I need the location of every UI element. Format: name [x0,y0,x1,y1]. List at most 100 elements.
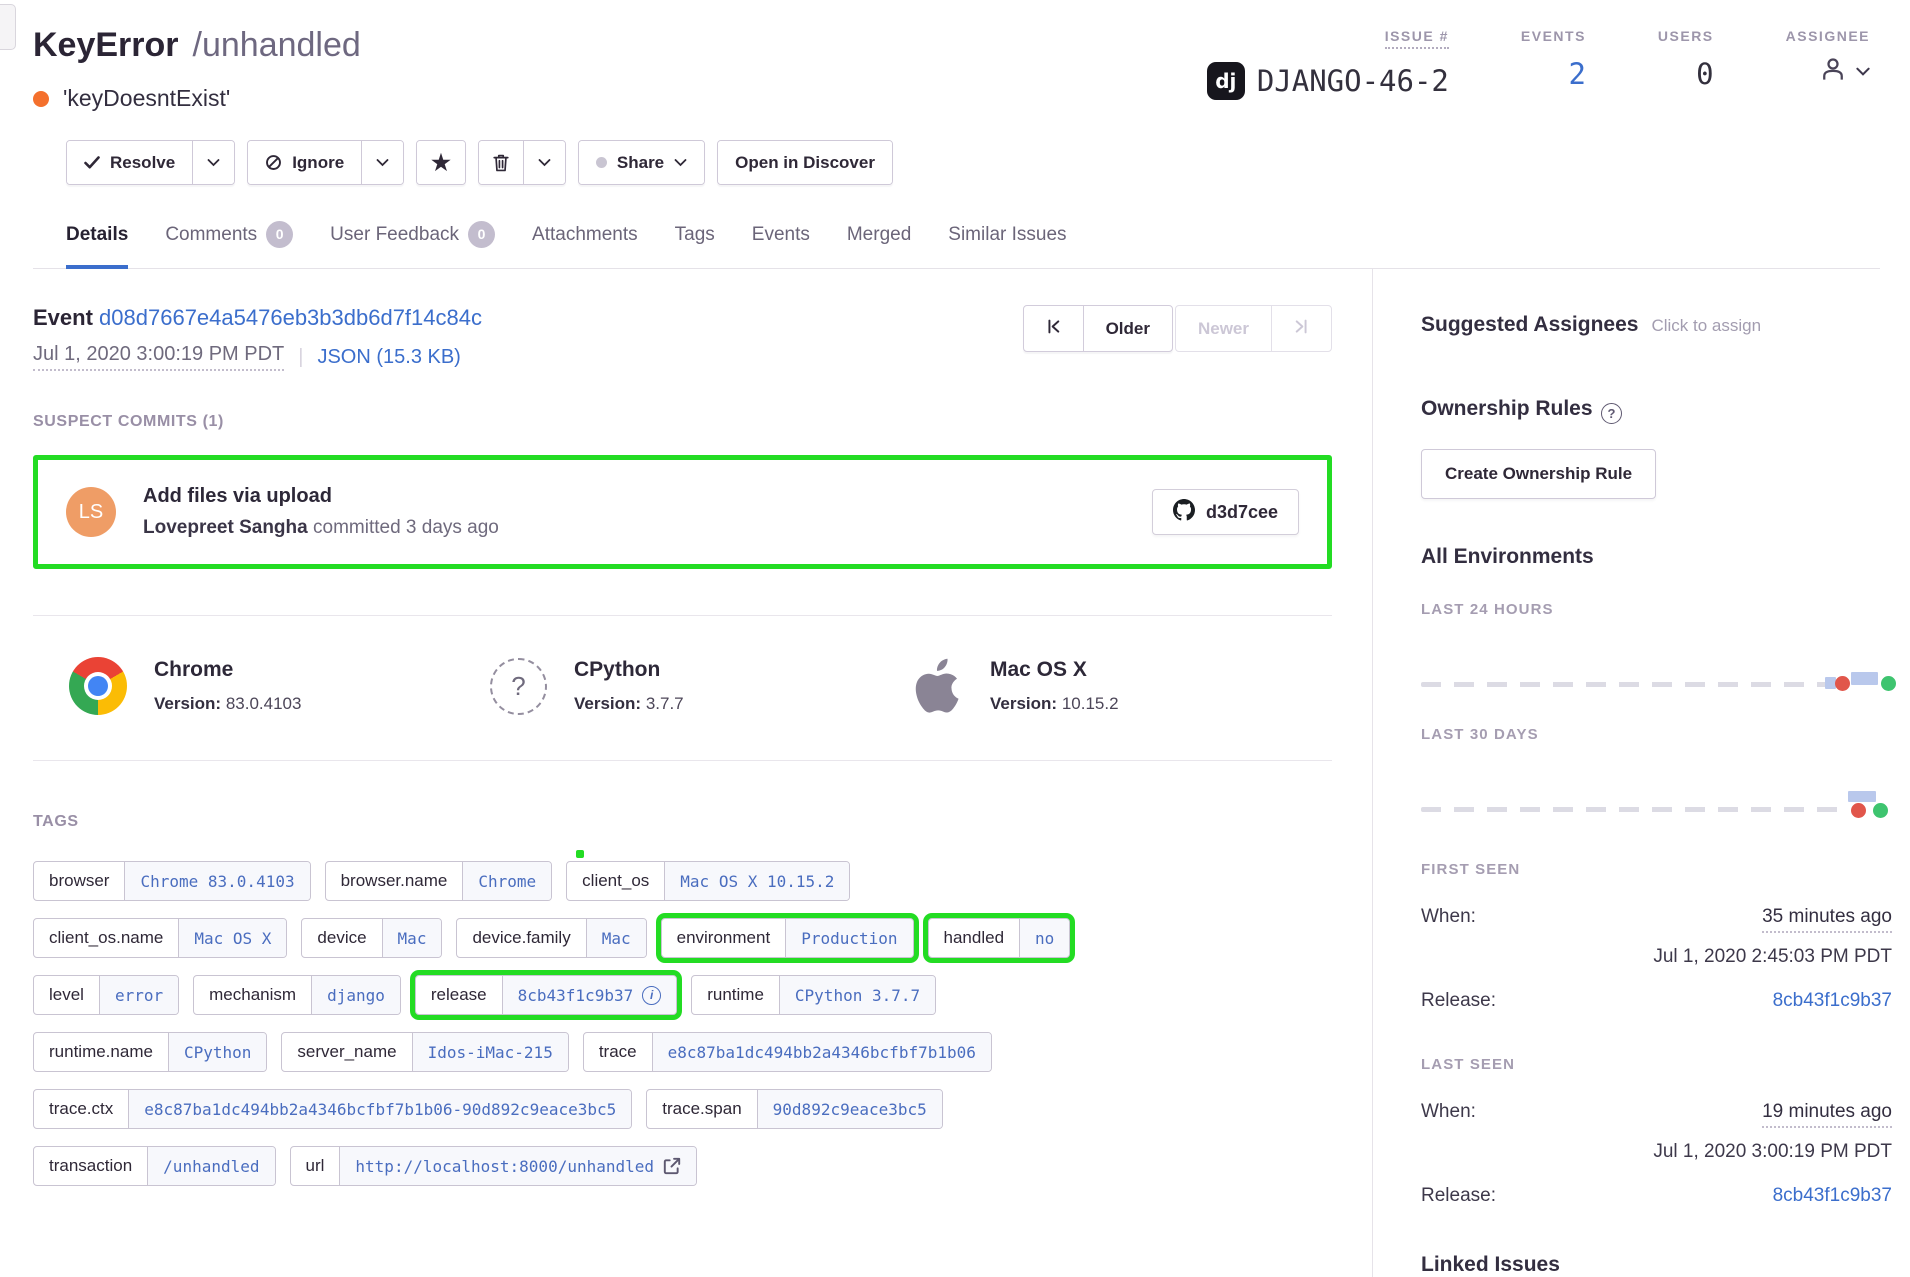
tab-details[interactable]: Details [66,221,128,269]
all-environments-heading: All Environments [1421,545,1892,569]
event-contexts: Chrome Version: 83.0.4103 ? CPython Vers… [33,615,1332,761]
ignore-button[interactable]: Ignore [248,141,361,184]
external-link-icon[interactable] [663,1157,681,1175]
events-count[interactable]: 2 [1568,57,1585,91]
tag-server-name: server_nameIdos-iMac-215 [281,1032,568,1072]
issue-type: KeyError [33,26,179,65]
github-icon [1173,499,1195,526]
commit-sha-button[interactable]: d3d7cee [1152,489,1299,535]
newer-event-button[interactable]: Newer [1176,306,1271,351]
chevron-down-icon [376,159,389,167]
tab-similar-issues[interactable]: Similar Issues [948,221,1066,269]
tag-client-os-name: client_os.nameMac OS X [33,918,287,958]
tab-merged[interactable]: Merged [847,221,911,269]
tab-comments[interactable]: Comments0 [165,221,293,269]
ignore-dropdown-button[interactable] [361,141,403,184]
tag-device: deviceMac [301,918,442,958]
share-button[interactable]: Share [579,141,704,184]
delete-dropdown-button[interactable] [523,141,565,184]
trash-icon [493,154,509,172]
tag-browser: browserChrome 83.0.4103 [33,861,311,901]
delete-button[interactable] [479,141,523,184]
commit-sha: d3d7cee [1206,502,1278,523]
tab-tags[interactable]: Tags [675,221,715,269]
info-icon[interactable]: i [642,986,661,1005]
tab-user-feedback[interactable]: User Feedback0 [330,221,495,269]
assignee-selector[interactable] [1818,54,1870,89]
users-label: USERS [1658,28,1714,44]
context-runtime: ? CPython Version: 3.7.7 [490,656,911,716]
last-seen-block: When: 19 minutes ago Jul 1, 2020 3:00:19… [1421,1101,1892,1207]
sparkline-30d [1421,799,1892,817]
mute-icon [265,154,282,171]
tag-transaction: transaction/unhandled [33,1146,276,1186]
sparkline-24h [1421,674,1892,692]
annotation-dot [576,850,584,858]
unknown-runtime-icon: ? [490,658,547,715]
chrome-icon [69,657,127,715]
assignee-label: ASSIGNEE [1786,28,1870,44]
resolve-dropdown-button[interactable] [192,141,234,184]
chevron-down-icon [674,159,687,167]
first-page-icon [1046,319,1061,339]
tag-url: urlhttp://localhost:8000/unhandled [290,1146,698,1186]
linked-issues-heading: Linked Issues [1421,1253,1892,1277]
ignore-label: Ignore [292,153,344,173]
first-seen-release-link[interactable]: 8cb43f1c9b37 [1773,990,1892,1012]
older-event-button[interactable]: Older [1083,306,1172,351]
user-icon [1818,54,1848,89]
tags-list: browserChrome 83.0.4103 browser.nameChro… [33,861,1332,1186]
last-seen-heading: LAST SEEN [1421,1056,1892,1073]
tab-events[interactable]: Events [752,221,810,269]
last-30-days-label: LAST 30 DAYS [1421,726,1892,743]
open-in-discover-label: Open in Discover [735,153,875,173]
resolve-label: Resolve [110,153,175,173]
first-seen-date: Jul 1, 2020 2:45:03 PM PDT [1421,946,1892,968]
issue-toolbar: Resolve Ignore ★ [66,140,1880,185]
last-seen-marker [1873,803,1888,818]
check-icon [84,156,100,169]
commit-message: Add files via upload [143,485,499,508]
last-seen-marker [1881,676,1896,691]
tab-attachments[interactable]: Attachments [532,221,638,269]
last-page-icon [1294,319,1309,339]
latest-event-button[interactable] [1271,306,1331,351]
event-pagination: Older Newer [1023,305,1332,352]
event-json-link[interactable]: JSON (15.3 KB) [317,346,460,369]
tag-mechanism: mechanismdjango [193,975,401,1015]
first-seen-block: When: 35 minutes ago Jul 1, 2020 2:45:03… [1421,906,1892,1012]
context-os: Mac OS X Version: 10.15.2 [911,656,1332,716]
last-seen-release-link[interactable]: 8cb43f1c9b37 [1773,1185,1892,1207]
first-seen-marker [1851,803,1866,818]
chevron-down-icon [538,159,551,167]
tag-runtime: runtimeCPython 3.7.7 [691,975,936,1015]
suspect-commit-card: LS Add files via upload Lovepreet Sangha… [33,455,1332,569]
tag-client-os: client_osMac OS X 10.15.2 [566,861,850,901]
resolve-button[interactable]: Resolve [67,141,192,184]
open-in-discover-button[interactable]: Open in Discover [718,141,892,184]
oldest-event-button[interactable] [1024,306,1083,351]
issue-short-id[interactable]: DJANGO-46-2 [1257,64,1449,98]
chevron-down-icon [207,159,220,167]
apple-icon [911,656,963,716]
event-label: Event [33,305,93,330]
issue-stats: ISSUE # dj DJANGO-46-2 EVENTS 2 USERS 0 … [1207,28,1880,100]
help-icon[interactable]: ? [1601,403,1622,424]
event-id-link[interactable]: d08d7667e4a5476eb3b3db6d7f14c84c [99,305,482,330]
first-seen-marker [1835,676,1850,691]
tag-level: levelerror [33,975,179,1015]
tag-trace-ctx: trace.ctxe8c87ba1dc494bb2a4346bcfbf7b1b0… [33,1089,632,1129]
click-to-assign-hint: Click to assign [1651,316,1761,336]
create-ownership-rule-button[interactable]: Create Ownership Rule [1421,449,1656,499]
event-details-panel: Event d08d7667e4a5476eb3b3db6d7f14c84c J… [0,269,1372,1277]
bookmark-star-button[interactable]: ★ [417,141,465,184]
suggested-assignees-section[interactable]: Suggested Assignees Click to assign [1421,313,1892,337]
django-project-icon: dj [1207,62,1245,100]
commit-author: Lovepreet Sangha [143,517,308,538]
tags-heading: TAGS [33,813,1332,831]
commit-meta: Lovepreet Sangha committed 3 days ago [143,517,499,539]
users-count[interactable]: 0 [1696,57,1713,91]
last-24-hours-label: LAST 24 HOURS [1421,601,1892,618]
first-seen-heading: FIRST SEEN [1421,861,1892,878]
suspect-commits-heading: SUSPECT COMMITS (1) [33,413,1332,431]
